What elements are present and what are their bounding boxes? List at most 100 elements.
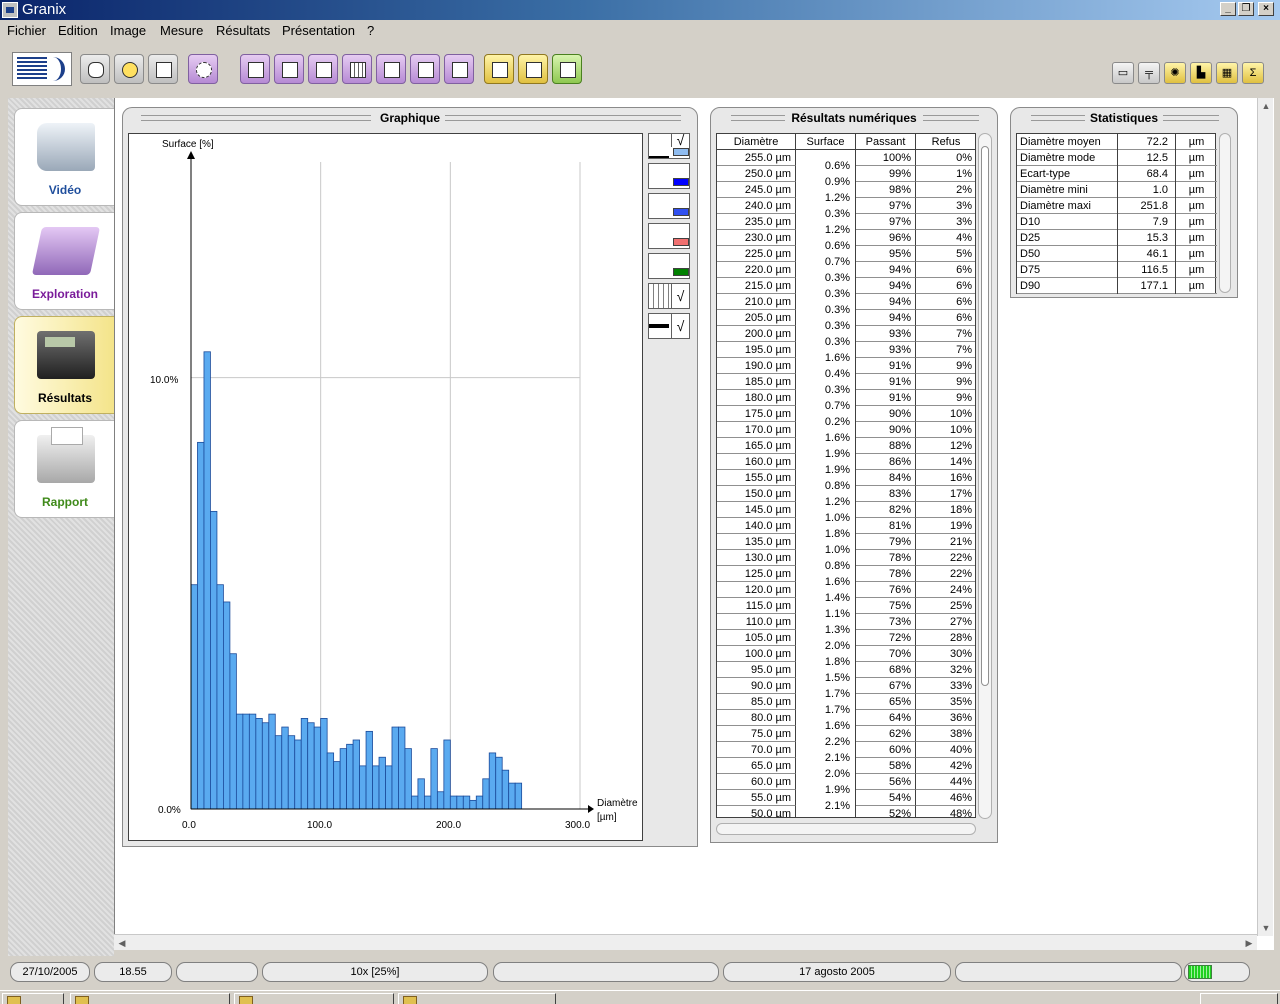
results-cell-refus: 5%: [916, 246, 975, 262]
results-header-surface[interactable]: Surface: [796, 134, 856, 150]
grid-icon[interactable]: [342, 54, 372, 84]
results-cell-refus: 42%: [916, 758, 975, 774]
results-cell-diametre: 155.0 µm: [717, 470, 796, 486]
results-vertical-scrollbar[interactable]: [978, 133, 992, 819]
color-swatch[interactable]: [673, 178, 689, 186]
report-icon-3[interactable]: [552, 54, 582, 84]
main-horizontal-scrollbar[interactable]: ◀ ▶: [114, 934, 1257, 950]
cumulative-passing-button[interactable]: [648, 163, 690, 189]
x-axis-unit: [µm]: [597, 812, 617, 823]
color-swatch[interactable]: [673, 208, 689, 216]
histogram-bar: [274, 735, 283, 810]
results-cell-diametre: 215.0 µm: [717, 278, 796, 294]
grid-toggle-button[interactable]: √: [648, 283, 690, 309]
menu-edition[interactable]: Edition: [58, 23, 98, 38]
stats-row: D25 15.3 µm: [1017, 230, 1217, 246]
close-icon[interactable]: ×: [1258, 2, 1274, 16]
histogram-bar: [385, 765, 393, 810]
results-header-passant[interactable]: Passant: [856, 134, 916, 150]
taskbar-folder[interactable]: [70, 993, 230, 1004]
next-frame-icon[interactable]: [376, 54, 406, 84]
flag-icon[interactable]: [240, 54, 270, 84]
bell-curve-icon: [649, 224, 669, 248]
histogram-bar: [359, 765, 367, 810]
histogram-icon: [649, 134, 669, 158]
camera-icon[interactable]: [148, 54, 178, 84]
menu-image[interactable]: Image: [110, 23, 146, 38]
document-icon[interactable]: ▭: [1112, 62, 1134, 84]
distribution-curve-button[interactable]: [648, 223, 690, 249]
taskbar-document[interactable]: [234, 993, 394, 1004]
sidebar-item-label: Résultats: [37, 391, 93, 405]
minimize-icon[interactable]: _: [1220, 2, 1236, 16]
menu-resultats[interactable]: Résultats: [216, 23, 270, 38]
histogram-bar: [313, 726, 322, 810]
lasso-icon[interactable]: [188, 54, 218, 84]
main-vertical-scrollbar[interactable]: ▲ ▼: [1257, 98, 1273, 936]
results-horizontal-scrollbar[interactable]: [716, 823, 976, 835]
pin-icon[interactable]: ╤: [1138, 62, 1160, 84]
first-frame-icon[interactable]: [274, 54, 304, 84]
table-icon[interactable]: ▦: [1216, 62, 1238, 84]
start-button[interactable]: [2, 993, 64, 1004]
scroll-down-icon[interactable]: ▼: [1258, 920, 1274, 936]
results-cell-passant: 73%: [856, 614, 916, 630]
loop-icon[interactable]: [444, 54, 474, 84]
color-swatch[interactable]: [673, 238, 689, 246]
taskbar-granix[interactable]: [398, 993, 556, 1004]
color-swatch[interactable]: [673, 268, 689, 276]
previous-frame-icon[interactable]: [308, 54, 338, 84]
dotted-grid-button[interactable]: [648, 253, 690, 279]
legend-toggle-button[interactable]: √: [648, 313, 690, 339]
brightness-icon[interactable]: [114, 54, 144, 84]
histogram-bar: [411, 795, 419, 810]
app-icon[interactable]: [2, 2, 18, 18]
results-header-refus[interactable]: Refus: [916, 134, 975, 150]
taskbar: [0, 990, 1280, 1004]
results-cell-passant: 62%: [856, 726, 916, 742]
settings-icon[interactable]: ✺: [1164, 62, 1186, 84]
menu-mesure[interactable]: Mesure: [160, 23, 203, 38]
results-cell-surface: 1.8%: [824, 656, 850, 668]
results-cell-diametre: 105.0 µm: [717, 630, 796, 646]
results-cell-passant: 76%: [856, 582, 916, 598]
cumulative-refus-button[interactable]: [648, 193, 690, 219]
scroll-left-icon[interactable]: ◀: [114, 935, 130, 951]
report-icon-1[interactable]: [484, 54, 514, 84]
color-swatch[interactable]: [673, 148, 689, 156]
results-cell-diametre: 130.0 µm: [717, 550, 796, 566]
results-cell-surface: 1.8%: [824, 528, 850, 540]
sidebar-item-resultats[interactable]: Résultats: [14, 316, 114, 414]
results-cell-refus: 35%: [916, 694, 975, 710]
histogram-toggle-button[interactable]: √: [648, 133, 690, 159]
results-cell-passant: 100%: [856, 150, 916, 166]
menu-fichier[interactable]: Fichier: [7, 23, 46, 38]
comment-icon[interactable]: [80, 54, 110, 84]
scroll-right-icon[interactable]: ▶: [1241, 935, 1257, 951]
battery-icon: [1188, 965, 1212, 979]
stats-name: D90: [1020, 280, 1041, 292]
stats-scrollbar[interactable]: [1219, 133, 1231, 293]
results-cell-refus: 9%: [916, 374, 975, 390]
last-frame-icon[interactable]: [410, 54, 440, 84]
restore-icon[interactable]: ❐: [1238, 2, 1254, 16]
scroll-up-icon[interactable]: ▲: [1258, 98, 1274, 114]
menu-help[interactable]: ?: [367, 23, 374, 38]
results-scroll-thumb[interactable]: [981, 146, 989, 686]
menu-presentation[interactable]: Présentation: [282, 23, 355, 38]
exploration-device-icon: [31, 227, 101, 275]
results-header-diametre[interactable]: Diamètre: [717, 134, 796, 150]
sigma-icon[interactable]: Σ: [1242, 62, 1264, 84]
status-date: 27/10/2005: [10, 962, 90, 982]
sidebar-item-video[interactable]: Vidéo: [14, 108, 114, 206]
histogram-bar: [352, 739, 360, 810]
histogram-bar: [300, 718, 309, 810]
results-cell-refus: 25%: [916, 598, 975, 614]
results-cell-passant: 97%: [856, 198, 916, 214]
sidebar-item-exploration[interactable]: Exploration: [14, 212, 114, 310]
report-icon-2[interactable]: [518, 54, 548, 84]
sidebar-item-rapport[interactable]: Rapport: [14, 420, 114, 518]
chart-icon[interactable]: ▙: [1190, 62, 1212, 84]
results-cell-diametre: 175.0 µm: [717, 406, 796, 422]
results-cell-diametre: 100.0 µm: [717, 646, 796, 662]
